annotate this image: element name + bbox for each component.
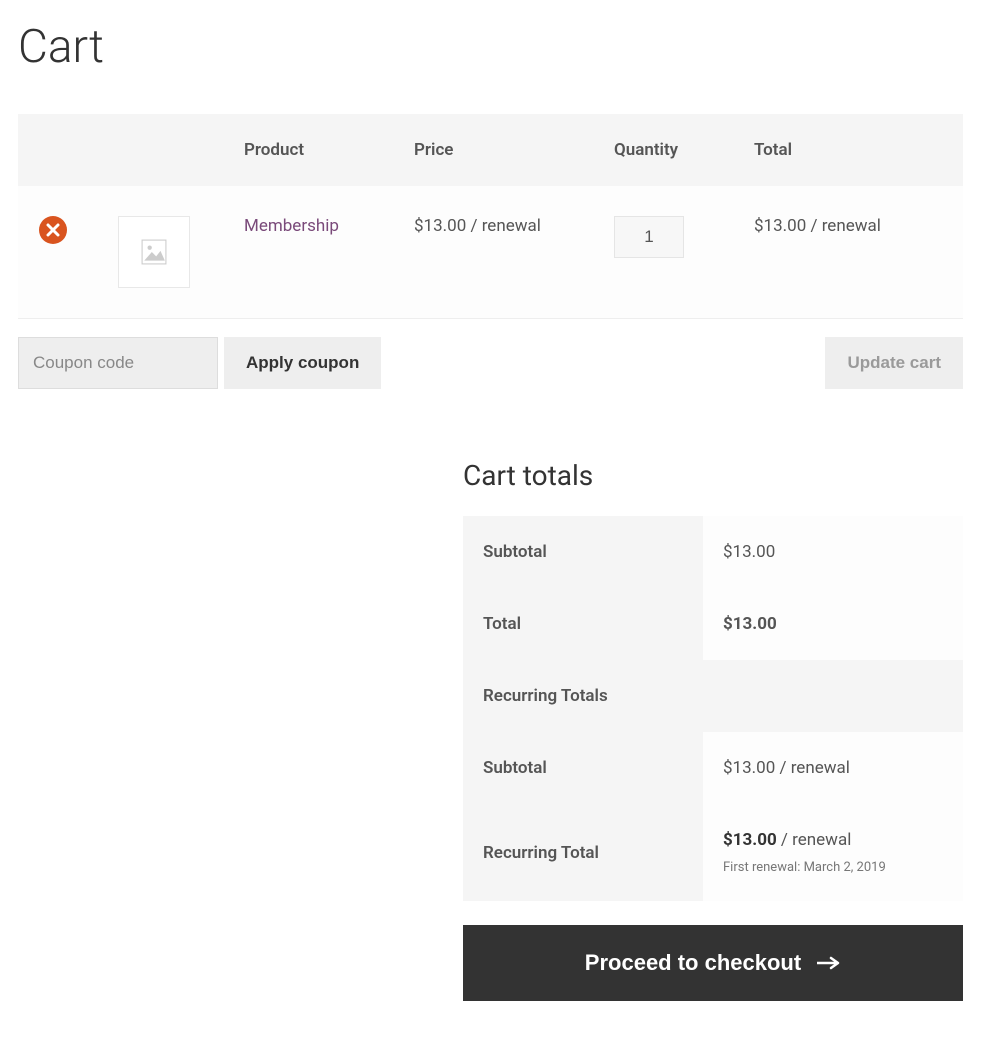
apply-coupon-button[interactable]: Apply coupon — [224, 337, 381, 389]
total-value: $13.00 — [703, 588, 963, 660]
quantity-input[interactable] — [614, 216, 684, 258]
total-label: Total — [463, 588, 703, 660]
recurring-total-value: $13.00 — [723, 830, 777, 850]
col-total-header: Total — [738, 114, 963, 186]
col-thumb-header — [88, 114, 228, 186]
col-price-header: Price — [398, 114, 598, 186]
product-total: $13.00 / renewal — [738, 186, 963, 319]
product-price: $13.00 / renewal — [398, 186, 598, 319]
remove-item-button[interactable] — [39, 216, 67, 244]
col-quantity-header: Quantity — [598, 114, 738, 186]
recurring-total-label: Recurring Total — [463, 804, 703, 901]
recurring-total-suffix: / renewal — [777, 830, 852, 850]
product-thumbnail[interactable] — [118, 216, 190, 288]
recurring-totals-heading: Recurring Totals — [463, 660, 963, 732]
cart-totals: Cart totals Subtotal $13.00 Total $13.00… — [463, 459, 963, 1001]
product-link[interactable]: Membership — [244, 216, 339, 236]
col-product-header: Product — [228, 114, 398, 186]
table-row: Membership $13.00 / renewal $13.00 / ren… — [18, 186, 963, 319]
cart-totals-table: Subtotal $13.00 Total $13.00 Recurring T… — [463, 516, 963, 901]
recurring-subtotal-value: $13.00 / renewal — [703, 732, 963, 804]
first-renewal-note: First renewal: March 2, 2019 — [723, 860, 943, 875]
page-title: Cart — [18, 20, 963, 74]
arrow-right-icon — [817, 954, 841, 972]
coupon-input[interactable] — [18, 337, 218, 389]
recurring-subtotal-label: Subtotal — [463, 732, 703, 804]
proceed-to-checkout-button[interactable]: Proceed to checkout — [463, 925, 963, 1001]
recurring-total-cell: $13.00 / renewal First renewal: March 2,… — [703, 804, 963, 901]
close-icon — [46, 223, 60, 237]
cart-table: Product Price Quantity Total — [18, 114, 963, 319]
cart-actions: Apply coupon Update cart — [18, 337, 963, 389]
subtotal-value: $13.00 — [703, 516, 963, 588]
image-placeholder-icon — [141, 239, 167, 265]
update-cart-button[interactable]: Update cart — [825, 337, 963, 389]
col-remove-header — [18, 114, 88, 186]
cart-totals-heading: Cart totals — [463, 459, 963, 492]
subtotal-label: Subtotal — [463, 516, 703, 588]
checkout-label: Proceed to checkout — [585, 950, 801, 976]
